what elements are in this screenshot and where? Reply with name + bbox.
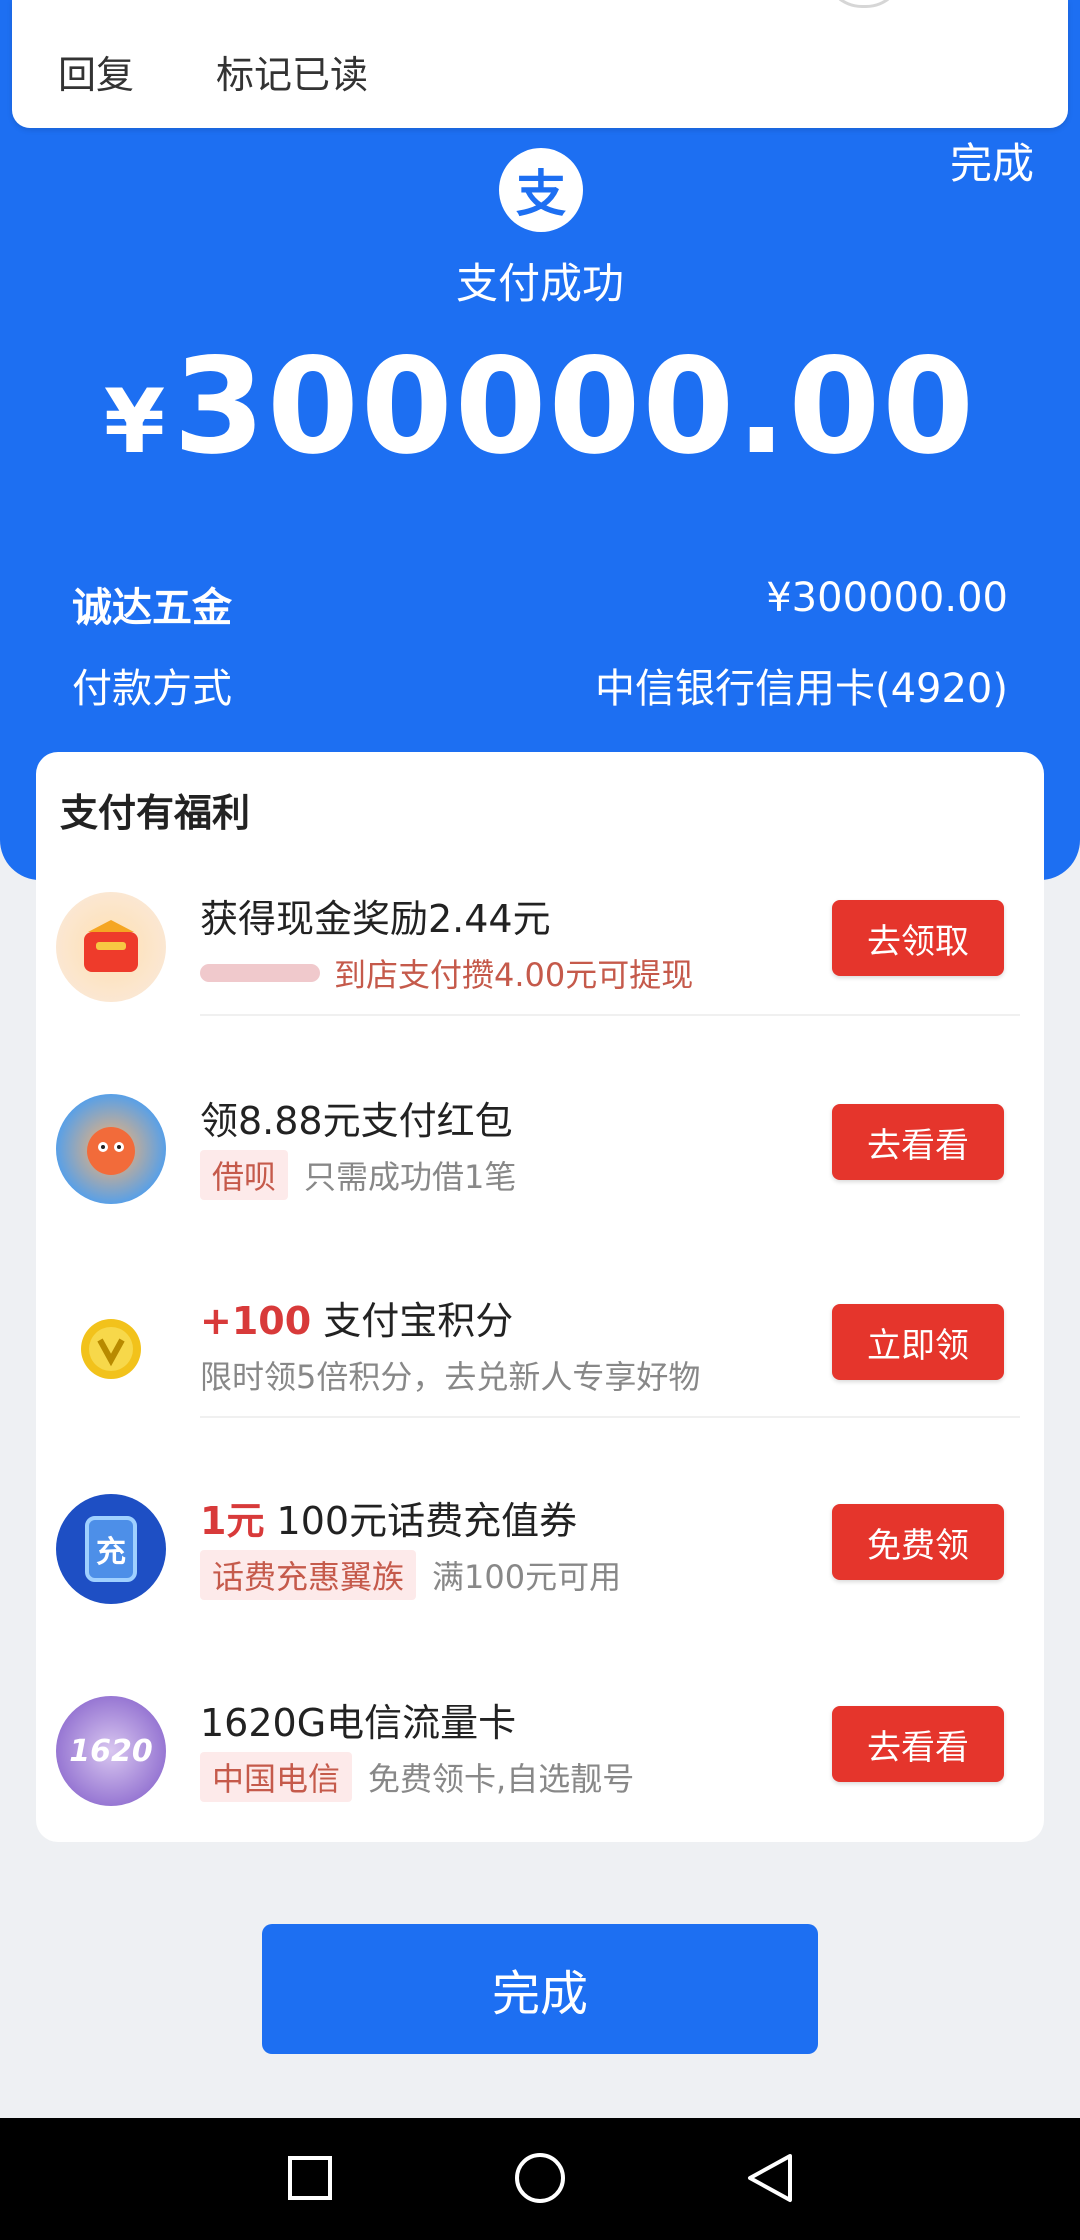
sim-card-glyph: 1620 xyxy=(69,1733,153,1769)
offer-subtitle: 借呗 只需成功借1笔 xyxy=(200,1150,516,1200)
notification-handle xyxy=(824,0,904,8)
offer-title: +100 支付宝积分 xyxy=(200,1290,513,1345)
payment-method-label: 付款方式 xyxy=(72,666,232,712)
offer-title-highlight: +100 xyxy=(200,1299,312,1343)
blurred-text xyxy=(200,964,320,982)
offer-item[interactable]: 领8.88元支付红包 借呗 只需成功借1笔 去看看 xyxy=(36,1054,1044,1254)
square-icon xyxy=(288,2156,332,2200)
offer-subtitle: 限时领5倍积分，去兑新人专享好物 xyxy=(200,1352,700,1398)
view-button[interactable]: 去看看 xyxy=(832,1104,1004,1180)
offer-subtitle: 话费充惠翼族 满100元可用 xyxy=(200,1550,621,1600)
offer-subtitle-text: 限时领5倍积分，去兑新人专享好物 xyxy=(200,1358,701,1396)
offer-subtitle-text: 到店支付攒4.00元可提现 xyxy=(334,956,694,994)
offer-subtitle-text: 免费领卡,自选靓号 xyxy=(368,1760,635,1798)
offer-tag: 话费充惠翼族 xyxy=(200,1550,417,1600)
notification-card: 回复 标记已读 xyxy=(12,0,1068,128)
claim-now-button[interactable]: 立即领 xyxy=(832,1304,1004,1380)
payment-amount: ¥300000.00 xyxy=(0,330,1080,484)
free-claim-button[interactable]: 免费领 xyxy=(832,1504,1004,1580)
recent-apps-button[interactable] xyxy=(280,2148,340,2208)
offer-title: 1620G电信流量卡 xyxy=(200,1701,517,1745)
offer-title: 1元 100元话费充值券 xyxy=(200,1490,577,1545)
offer-subtitle-text: 满100元可用 xyxy=(432,1558,622,1596)
view-button[interactable]: 去看看 xyxy=(832,1706,1004,1782)
offer-title-text: 支付宝积分 xyxy=(323,1299,514,1343)
back-button[interactable] xyxy=(740,2148,800,2208)
offer-title-text: 100元话费充值券 xyxy=(276,1499,578,1543)
merchant-amount: ¥300000.00 xyxy=(766,575,1008,621)
divider xyxy=(200,1014,1020,1016)
system-nav-bar xyxy=(0,2118,1080,2240)
offer-item[interactable]: +100 支付宝积分 限时领5倍积分，去兑新人专享好物 立即领 xyxy=(36,1254,1044,1454)
recharge-glyph: 充 xyxy=(85,1516,137,1582)
alipay-logo-icon: 支 xyxy=(499,148,583,232)
divider xyxy=(200,1416,1020,1418)
payment-method-row: 付款方式 中信银行信用卡(4920) xyxy=(72,656,1008,714)
offer-item[interactable]: 充 1元 100元话费充值券 话费充惠翼族 满100元可用 免费领 xyxy=(36,1454,1044,1654)
done-link[interactable]: 完成 xyxy=(950,130,1034,191)
offer-tag: 借呗 xyxy=(200,1150,289,1200)
offer-title: 领8.88元支付红包 xyxy=(200,1099,513,1143)
red-envelope-icon xyxy=(56,892,166,1002)
offer-title-highlight: 1元 xyxy=(200,1499,265,1543)
mark-read-button[interactable]: 标记已读 xyxy=(216,44,368,99)
circle-icon xyxy=(515,2153,565,2203)
mascot-icon xyxy=(56,1094,166,1204)
done-button[interactable]: 完成 xyxy=(262,1924,818,2054)
home-button[interactable] xyxy=(510,2148,570,2208)
payment-status: 支付成功 xyxy=(455,259,624,308)
triangle-back-icon xyxy=(748,2154,792,2202)
benefits-title: 支付有福利 xyxy=(60,791,251,835)
sim-card-icon: 1620 xyxy=(56,1696,166,1806)
claim-button[interactable]: 去领取 xyxy=(832,900,1004,976)
benefits-card: 支付有福利 获得现金奖励2.44元 到店支付攒4.00元可提现 去领取 领8.8… xyxy=(36,752,1044,1842)
recharge-icon: 充 xyxy=(56,1494,166,1604)
payment-method-value: 中信银行信用卡(4920) xyxy=(594,666,1008,712)
offer-tag: 中国电信 xyxy=(200,1752,353,1802)
logo-glyph: 支 xyxy=(516,165,566,223)
offer-item[interactable]: 获得现金奖励2.44元 到店支付攒4.00元可提现 去领取 xyxy=(36,852,1044,1052)
coin-icon xyxy=(56,1294,166,1404)
offer-title: 获得现金奖励2.44元 xyxy=(200,897,551,941)
offer-subtitle: 到店支付攒4.00元可提现 xyxy=(200,950,693,996)
amount-value: 300000.00 xyxy=(173,330,977,484)
offer-item[interactable]: 1620 1620G电信流量卡 中国电信 免费领卡,自选靓号 去看看 xyxy=(36,1656,1044,1856)
merchant-name: 诚达五金 xyxy=(72,585,232,631)
reply-button[interactable]: 回复 xyxy=(58,44,134,99)
offer-subtitle-text: 只需成功借1笔 xyxy=(304,1158,517,1196)
currency-symbol: ¥ xyxy=(103,370,168,473)
offer-subtitle: 中国电信 免费领卡,自选靓号 xyxy=(200,1752,634,1802)
merchant-row: 诚达五金 ¥300000.00 xyxy=(72,575,1008,633)
